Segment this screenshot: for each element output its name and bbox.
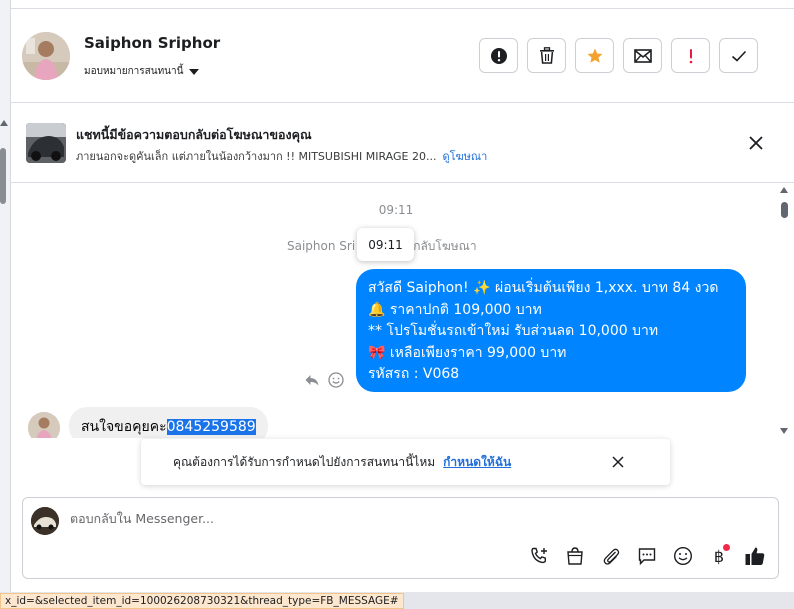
conversation-panel: Saiphon Sriphor มอบหมายการสนทนานี้ แชทนี…: [10, 0, 794, 592]
emoji-button[interactable]: [672, 545, 694, 567]
reply-arrow-icon[interactable]: [304, 372, 320, 388]
paperclip-icon: [603, 548, 620, 565]
scroll-up-arrow[interactable]: [780, 187, 788, 193]
shop-button[interactable]: [564, 545, 586, 567]
payment-button[interactable]: ฿: [708, 544, 730, 567]
ad-thumbnail[interactable]: [26, 123, 66, 163]
left-scrollbar-thumb[interactable]: [0, 148, 6, 204]
delete-button[interactable]: [527, 38, 566, 73]
envelope-icon: [633, 48, 652, 63]
reply-input[interactable]: [70, 511, 750, 526]
left-panel-strip: [0, 0, 10, 592]
incoming-message-text: สนใจขอคุยคะ: [81, 419, 167, 435]
assign-conversation-dropdown[interactable]: มอบหมายการสนทนานี้: [84, 64, 200, 79]
incoming-message-bubble[interactable]: สนใจขอคุยคะ0845259589: [69, 407, 268, 438]
ad-description: ภายนอกจะดูคันเล็ก แต่ภายในน้องกว้างมาก !…: [76, 147, 487, 165]
attach-button[interactable]: [600, 545, 622, 567]
message-composer: ฿: [22, 497, 779, 579]
message-line-bell: 🔔 ราคาปกติ 109,000 บาท: [368, 300, 734, 322]
scrollbar-thumb[interactable]: [781, 202, 788, 218]
message-line: สวัสดี Saiphon! ✨ ผ่อนเริ่มต้นเพียง 1,xx…: [368, 280, 719, 296]
bell-icon: 🔔: [368, 301, 386, 318]
follow-up-button[interactable]: [671, 38, 710, 73]
selected-phone-number[interactable]: 0845259589: [166, 419, 256, 435]
message-line-bow: 🎀 เหลือเพียงราคา 99,000 บาท: [368, 343, 734, 365]
close-icon[interactable]: [611, 455, 625, 469]
message-timestamp: 09:11: [378, 203, 414, 217]
shopping-bag-icon: [567, 547, 583, 565]
message-line: รหัสรถ : V068: [368, 366, 460, 382]
assign-prompt-text: คุณต้องการได้รับการกำหนดไปยังการสนทนานี้…: [173, 454, 436, 469]
assign-to-me-link[interactable]: กำหนดให้ฉัน: [443, 453, 511, 472]
reply-note-suffix: กลับโฆษณา: [413, 239, 477, 253]
saved-replies-button[interactable]: [636, 545, 658, 567]
check-icon: [731, 50, 746, 62]
reply-note-prefix: Saiphon Sri: [287, 239, 356, 253]
scroll-down-arrow[interactable]: [780, 428, 788, 434]
chat-bubble-dots-icon: [638, 548, 656, 566]
top-divider: [11, 8, 794, 9]
contact-avatar-small[interactable]: [28, 412, 60, 438]
contact-avatar[interactable]: [22, 32, 70, 80]
ad-reply-title: แชทนี้มีข้อความตอบกลับต่อโฆษณาของคุณ: [76, 127, 312, 142]
thumbs-up-icon: [745, 547, 765, 565]
mark-spam-button[interactable]: [479, 38, 518, 73]
contact-name: Saiphon Sriphor: [84, 34, 221, 52]
mark-unread-button[interactable]: [623, 38, 662, 73]
star-button[interactable]: [575, 38, 614, 73]
assign-label: มอบหมายการสนทนานี้: [84, 66, 184, 77]
time-tooltip: 09:11: [357, 228, 414, 261]
close-icon[interactable]: [747, 134, 765, 152]
message-thread[interactable]: 09:11 Saiphon Sri กลับโฆษณา 09:11 สวัสดี …: [11, 183, 794, 438]
left-scroll-up-arrow[interactable]: [0, 120, 8, 126]
exclamation-circle-icon: [490, 47, 507, 64]
emoji-react-icon[interactable]: [328, 372, 344, 388]
notification-dot: [723, 544, 730, 551]
ad-description-text: ภายนอกจะดูคันเล็ก แต่ภายในน้องกว้างมาก !…: [76, 150, 437, 163]
view-ad-link[interactable]: ดูโฆษณา: [442, 150, 487, 163]
mark-done-button[interactable]: [719, 38, 758, 73]
star-icon: [587, 48, 602, 63]
phone-plus-icon: [531, 547, 547, 564]
thread-scrollbar[interactable]: [777, 183, 791, 438]
status-url-bar: x_id=&selected_item_id=100026208730321&t…: [0, 593, 404, 609]
message-line: ราคาปกติ 109,000 บาท: [389, 301, 542, 318]
page-avatar: [31, 507, 59, 535]
message-line: ** โปรโมชั่นรถเข้าใหม่ รับส่วนลด 10,000 …: [368, 323, 659, 339]
message-line: เหลือเพียงราคา 99,000 บาท: [385, 344, 567, 361]
outgoing-message-bubble[interactable]: สวัสดี Saiphon! ✨ ผ่อนเริ่มต้นเพียง 1,xx…: [356, 269, 746, 392]
assign-prompt: คุณต้องการได้รับการกำหนดไปยังการสนทนานี้…: [141, 439, 670, 485]
chevron-down-icon: [189, 68, 200, 75]
trash-icon: [539, 47, 554, 64]
exclamation-icon: [689, 48, 692, 63]
like-button[interactable]: [744, 545, 766, 567]
header-divider: [11, 102, 794, 103]
ribbon-icon: 🎀: [368, 344, 386, 361]
add-contact-call-button[interactable]: [528, 545, 550, 567]
smiley-icon: [673, 546, 693, 566]
